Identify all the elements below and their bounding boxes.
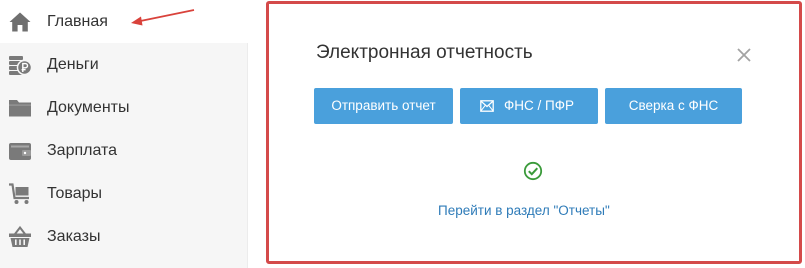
sidebar: Главная Деньги Документы Зарплата Товары… xyxy=(0,0,248,268)
cart-icon xyxy=(9,183,29,204)
close-icon[interactable] xyxy=(734,45,754,65)
send-report-button[interactable]: Отправить отчет xyxy=(314,88,453,124)
sidebar-item-money[interactable]: Деньги xyxy=(0,43,248,86)
sidebar-item-label: Зарплата xyxy=(47,142,118,159)
reconciliation-label: Сверка с ФНС xyxy=(628,98,719,113)
wallet-icon xyxy=(9,143,31,160)
sidebar-item-label: Заказы xyxy=(47,228,101,245)
check-circle-icon xyxy=(523,161,543,181)
sidebar-item-documents[interactable]: Документы xyxy=(0,86,248,129)
send-report-label: Отправить отчет xyxy=(331,98,436,113)
sidebar-item-label: Товары xyxy=(47,185,103,202)
sidebar-item-label: Главная xyxy=(47,13,108,30)
widget-title: Электронная отчетность xyxy=(316,42,533,63)
sidebar-item-orders[interactable]: Заказы xyxy=(0,215,248,258)
folder-icon xyxy=(9,100,31,117)
sidebar-item-label: Документы xyxy=(47,99,130,116)
sidebar-item-salary[interactable]: Зарплата xyxy=(0,129,248,172)
basket-icon xyxy=(9,225,31,247)
sidebar-item-goods[interactable]: Товары xyxy=(0,172,248,215)
home-icon xyxy=(9,12,31,32)
reconciliation-button[interactable]: Сверка с ФНС xyxy=(605,88,742,124)
fns-pfr-label: ФНС / ПФР xyxy=(504,98,574,113)
reports-section-link[interactable]: Перейти в раздел "Отчеты" xyxy=(438,202,610,220)
envelope-icon xyxy=(480,100,494,112)
annotation-arrow-icon xyxy=(131,9,195,26)
fns-pfr-button[interactable]: ФНС / ПФР xyxy=(460,88,598,124)
sidebar-item-label: Деньги xyxy=(47,56,99,73)
sidebar-item-home[interactable]: Главная xyxy=(0,0,248,43)
money-icon xyxy=(9,56,32,76)
